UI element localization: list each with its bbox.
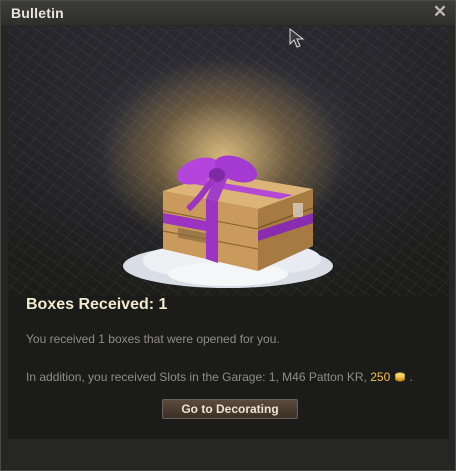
title-bar[interactable]: Bulletin ✕ xyxy=(1,1,455,25)
bulletin-window: Bulletin ✕ Boxes Received: 1 You receive… xyxy=(0,0,456,471)
window-footer xyxy=(8,439,449,465)
go-to-decorating-button[interactable]: Go to Decorating xyxy=(162,399,298,419)
rewards-message: In addition, you received Slots in the G… xyxy=(26,370,413,384)
rewards-prefix: In addition, you received Slots in the G… xyxy=(26,370,367,384)
gift-box-illustration xyxy=(123,155,333,288)
rewards-suffix: . xyxy=(409,370,413,384)
mouse-cursor-icon xyxy=(289,28,305,48)
gold-coins-icon xyxy=(395,372,406,382)
boxes-received-heading: Boxes Received: 1 xyxy=(26,296,168,313)
close-icon[interactable]: ✕ xyxy=(431,3,449,21)
window-title: Bulletin xyxy=(11,5,64,21)
gold-amount: 250 xyxy=(370,370,391,384)
bulletin-content: Boxes Received: 1 You received 1 boxes t… xyxy=(8,26,449,439)
boxes-message: You received 1 boxes that were opened fo… xyxy=(26,332,280,346)
